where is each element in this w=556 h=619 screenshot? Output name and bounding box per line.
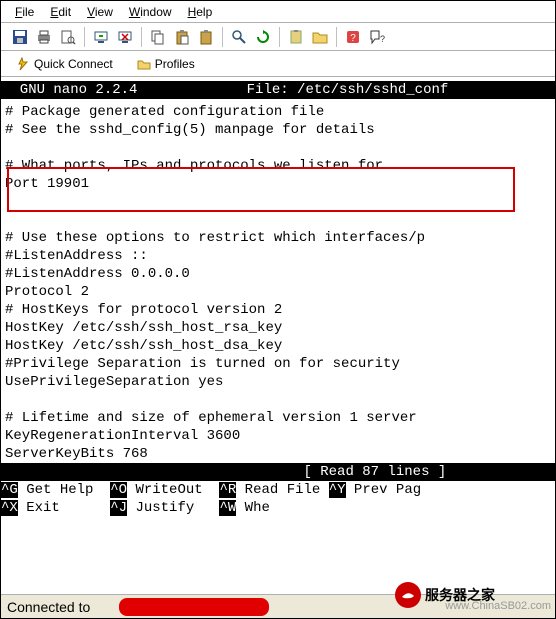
lightning-icon [16, 57, 30, 71]
menu-edit[interactable]: Edit [44, 3, 77, 21]
editor-titlebar: GNU nano 2.2.4 File: /etc/ssh/sshd_conf [1, 81, 555, 99]
paste2-icon[interactable] [195, 26, 217, 48]
context-help-icon[interactable]: ? [366, 26, 388, 48]
toolbar: ? ? [1, 23, 555, 51]
editor-content: # Package generated configuration file #… [1, 103, 555, 463]
print-icon[interactable] [33, 26, 55, 48]
menu-help[interactable]: Help [182, 3, 219, 21]
editor-shortcut-row-1: ^G Get Help ^O WriteOut ^R Read File ^Y … [1, 481, 555, 499]
profiles-button[interactable]: Profiles [130, 54, 202, 74]
toolbar-separator [336, 27, 337, 47]
status-text: Connected to [7, 599, 90, 615]
menu-file[interactable]: File [9, 3, 40, 21]
connect-icon[interactable] [90, 26, 112, 48]
quick-connect-label: Quick Connect [34, 57, 113, 71]
paste-icon[interactable] [171, 26, 193, 48]
folder-icon[interactable] [309, 26, 331, 48]
toolbar-separator [222, 27, 223, 47]
toolbar-separator [141, 27, 142, 47]
profiles-label: Profiles [155, 57, 195, 71]
redaction-bar [119, 598, 269, 616]
clipboard-icon[interactable] [285, 26, 307, 48]
save-icon[interactable] [9, 26, 31, 48]
refresh-icon[interactable] [252, 26, 274, 48]
menu-bar: File Edit View Window Help [1, 1, 555, 23]
terminal[interactable]: GNU nano 2.2.4 File: /etc/ssh/sshd_conf … [1, 77, 555, 593]
print-preview-icon[interactable] [57, 26, 79, 48]
editor-shortcut-row-2: ^X Exit ^J Justify ^W Whe [1, 499, 555, 517]
find-icon[interactable] [228, 26, 250, 48]
status-bar: Connected to [1, 594, 555, 618]
editor-read-lines: [ Read 87 lines ] [1, 463, 555, 481]
toolbar-separator [84, 27, 85, 47]
menu-view[interactable]: View [81, 3, 119, 21]
profiles-folder-icon [137, 57, 151, 71]
toolbar-separator [279, 27, 280, 47]
svg-text:?: ? [380, 34, 385, 44]
menu-window[interactable]: Window [123, 3, 178, 21]
help-book-icon[interactable]: ? [342, 26, 364, 48]
svg-text:?: ? [350, 33, 356, 44]
quick-connect-bar: Quick Connect Profiles [1, 51, 555, 77]
disconnect-icon[interactable] [114, 26, 136, 48]
quick-connect-button[interactable]: Quick Connect [9, 54, 120, 74]
copy-icon[interactable] [147, 26, 169, 48]
